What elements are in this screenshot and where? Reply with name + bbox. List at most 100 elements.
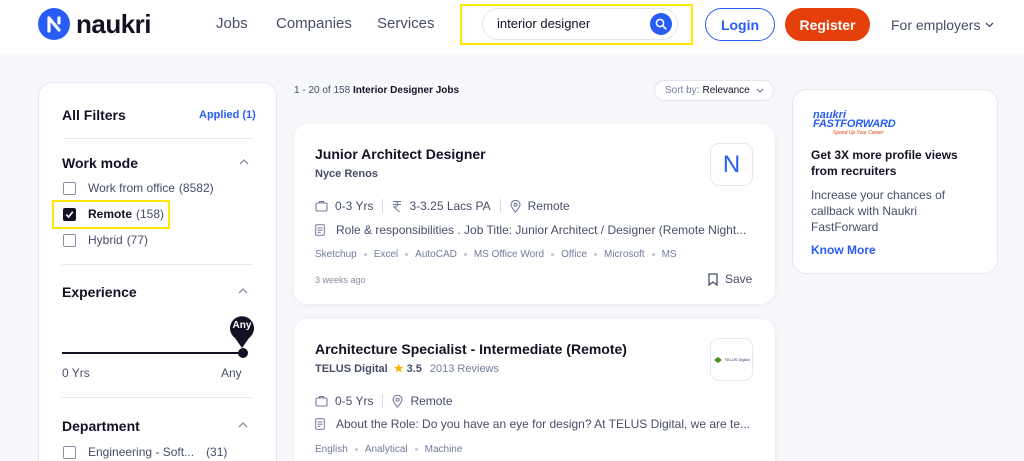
all-filters-title: All Filters — [62, 107, 126, 123]
tag-separator — [651, 253, 655, 256]
job-meta: 0-5 Yrs Remote — [315, 394, 453, 408]
nav-services[interactable]: Services — [377, 15, 435, 32]
nav-jobs[interactable]: Jobs — [216, 15, 248, 32]
divider — [62, 397, 252, 398]
job-title[interactable]: Junior Architect Designer — [315, 146, 486, 162]
results-count: 1 - 20 of 158 Interior Designer Jobs — [294, 85, 459, 96]
briefcase-icon — [315, 201, 328, 212]
company-name-text: Nyce Renos — [315, 168, 378, 180]
divider — [382, 394, 384, 408]
company-rating: 3.5 — [406, 362, 422, 375]
top-header: naukri Jobs Companies Services Login Reg… — [0, 0, 1024, 54]
experience-text: 0-5 Yrs — [335, 394, 374, 408]
star-icon: ★ — [393, 363, 404, 375]
fastforward-promo-card: naukri FASTFORWARD Speed Up Your Career … — [792, 89, 998, 274]
divider — [382, 199, 384, 213]
chevron-down-icon — [986, 22, 994, 28]
checkbox-checked[interactable] — [63, 207, 76, 221]
experience-slider-handle[interactable] — [238, 348, 248, 358]
skill-tag: Microsoft — [604, 249, 645, 260]
search-icon — [655, 18, 667, 30]
posted-time: 3 weeks ago — [315, 275, 366, 285]
company-name[interactable]: Nyce Renos — [315, 168, 378, 180]
nav-companies[interactable]: Companies — [276, 15, 352, 32]
skill-tags: English Analytical Machine — [315, 444, 462, 455]
salary-text: 3-3.25 Lacs PA — [409, 199, 491, 213]
company-name-text: TELUS Digital — [315, 362, 388, 375]
description-text: About the Role: Do you have an eye for d… — [336, 417, 751, 431]
checkbox[interactable] — [63, 181, 76, 195]
chevron-down-icon — [756, 88, 764, 93]
bookmark-icon — [708, 272, 718, 286]
job-card[interactable]: Architecture Specialist - Intermediate (… — [294, 319, 775, 461]
promo-heading: Get 3X more profile views from recruiter… — [811, 148, 958, 178]
skill-tag: MS Office Word — [473, 249, 545, 260]
skill-tag: AutoCAD — [415, 249, 457, 260]
sort-dropdown[interactable]: Sort by: Relevance — [654, 80, 774, 101]
chevron-up-icon[interactable] — [238, 288, 248, 294]
save-job-button[interactable]: Save — [708, 272, 752, 286]
tag-separator — [463, 253, 467, 256]
register-button[interactable]: Register — [785, 8, 870, 41]
experience-slider-track[interactable] — [62, 352, 243, 354]
company-logo-text: TELUS Digital — [724, 357, 750, 362]
fastforward-tagline: Speed Up Your Career — [833, 130, 884, 136]
applied-filters-link[interactable]: Applied (1) — [199, 109, 256, 121]
job-card[interactable]: Junior Architect Designer Nyce Renos N 0… — [294, 124, 775, 304]
experience-info: 0-3 Yrs — [315, 199, 373, 213]
for-employers-menu[interactable]: For employers — [891, 17, 994, 33]
chevron-up-icon[interactable] — [239, 159, 249, 165]
company-logo[interactable]: TELUS Digital — [710, 338, 753, 381]
chevron-up-icon[interactable] — [238, 422, 248, 428]
company-reviews[interactable]: 2013 Reviews — [430, 363, 499, 375]
job-title[interactable]: Architecture Specialist - Intermediate (… — [315, 341, 627, 357]
login-button[interactable]: Login — [705, 8, 775, 41]
option-label: Remote — [88, 207, 133, 221]
know-more-link[interactable]: Know More — [811, 243, 876, 257]
experience-heading: Experience — [62, 284, 137, 300]
divider — [63, 138, 253, 139]
company-logo-letter: N — [722, 150, 741, 178]
experience-text: 0-3 Yrs — [335, 199, 374, 213]
skill-tag: Analytical — [364, 444, 408, 455]
company-logo[interactable]: N — [710, 143, 753, 186]
document-icon — [315, 224, 325, 236]
skill-tag: English — [315, 444, 348, 455]
save-label: Save — [725, 272, 753, 286]
filter-engineering-software[interactable]: Engineering - Soft... (31) — [63, 445, 227, 459]
option-count: (31) — [206, 445, 228, 459]
filter-hybrid[interactable]: Hybrid (77) — [63, 233, 148, 247]
sort-value: Relevance — [702, 85, 750, 96]
tag-separator — [594, 253, 597, 256]
search-input[interactable] — [497, 16, 637, 31]
filter-work-from-office[interactable]: Work from office (8582) — [63, 181, 214, 195]
logo-text: naukri — [76, 8, 152, 39]
checkbox[interactable] — [63, 233, 76, 247]
checkmark-icon — [65, 210, 74, 218]
document-icon — [315, 418, 325, 430]
slider-min-label: 0 Yrs — [62, 366, 90, 380]
location-text: Remote — [410, 394, 453, 408]
telus-leaf-icon — [714, 356, 723, 363]
slider-max-label: Any — [221, 366, 242, 380]
option-label: Hybrid — [88, 233, 123, 247]
location-info: Remote — [392, 394, 453, 408]
skill-tag: Machine — [424, 444, 463, 455]
naukri-logo[interactable]: naukri — [38, 8, 152, 40]
option-count: (8582) — [178, 181, 214, 195]
skill-tags: Sketchup Excel AutoCAD MS Office Word Of… — [315, 249, 677, 260]
results-range: 1 - 20 of 158 — [294, 85, 351, 96]
search-button[interactable] — [650, 13, 672, 35]
sort-label: Sort by: — [665, 85, 700, 96]
option-count: (158) — [136, 207, 165, 221]
tag-separator — [551, 253, 555, 256]
location-pin-icon — [510, 199, 521, 213]
divider — [62, 264, 252, 265]
experience-info: 0-5 Yrs — [315, 394, 373, 408]
filter-remote[interactable]: Remote (158) — [63, 207, 164, 221]
company-name[interactable]: TELUS Digital ★ 3.5 2013 Reviews — [315, 362, 499, 376]
job-description: Role & responsibilities . Job Title: Jun… — [315, 223, 755, 237]
tag-separator — [414, 448, 418, 451]
checkbox[interactable] — [63, 445, 76, 459]
location-info: Remote — [510, 199, 570, 213]
